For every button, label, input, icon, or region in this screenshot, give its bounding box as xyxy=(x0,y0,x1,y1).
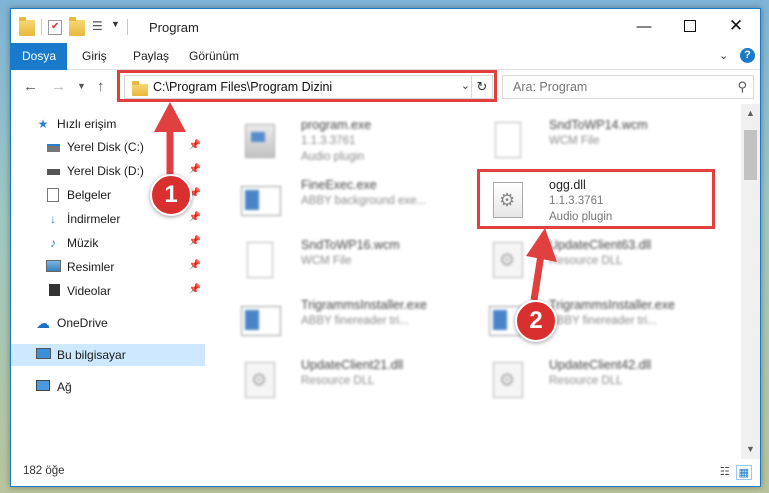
annotation-arrow-1 xyxy=(154,102,557,301)
step-badge-2: 2 xyxy=(515,300,557,342)
step-badge-1: 1 xyxy=(150,174,192,216)
